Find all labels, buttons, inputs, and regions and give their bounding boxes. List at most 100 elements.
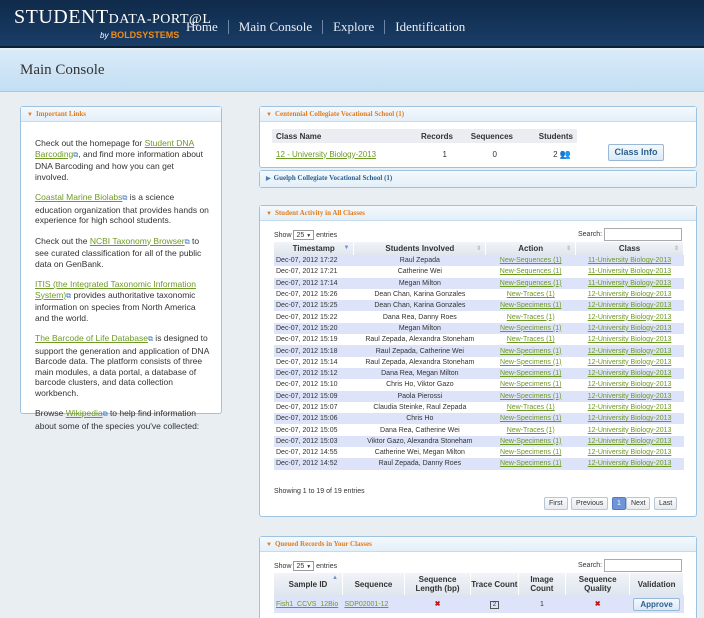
activity-class-link-text[interactable]: 12-University Biology-2013 — [588, 415, 672, 422]
class-info-button[interactable]: Class Info — [608, 144, 664, 161]
activity-action-link[interactable]: New-Sequences (1) — [485, 255, 576, 267]
col-trace-count[interactable]: Trace Count — [470, 573, 519, 595]
activity-action-link[interactable]: New-Sequences (1) — [485, 266, 576, 278]
activity-action-link-text[interactable]: New-Specimens (1) — [500, 438, 561, 445]
activity-action-link[interactable]: New-Traces (1) — [485, 334, 576, 346]
activity-header[interactable]: ▼ Student Activity in All Classes — [260, 206, 696, 221]
activity-action-link[interactable]: New-Traces (1) — [485, 401, 576, 414]
activity-action-link-text[interactable]: New-Specimens (1) — [500, 359, 561, 366]
activity-action-link-text[interactable]: New-Traces (1) — [507, 336, 555, 343]
activity-class-link-text[interactable]: 11-University Biology-2013 — [588, 257, 671, 264]
activity-class-link-text[interactable]: 12-University Biology-2013 — [588, 314, 672, 321]
activity-action-link[interactable]: New-Traces (1) — [485, 311, 576, 323]
activity-class-link[interactable]: 12-University Biology-2013 — [575, 288, 684, 301]
queued-entries-select[interactable]: 25 ▼ — [293, 561, 315, 571]
activity-action-link[interactable]: New-Specimens (1) — [485, 300, 576, 312]
activity-action-link[interactable]: New-Specimens (1) — [485, 390, 576, 402]
activity-action-link-text[interactable]: New-Specimens (1) — [500, 325, 561, 332]
col-sequence[interactable]: Sequence — [342, 573, 405, 595]
activity-action-link-text[interactable]: New-Sequences (1) — [500, 280, 562, 287]
activity-class-link[interactable]: 12-University Biology-2013 — [575, 413, 684, 425]
activity-class-link-text[interactable]: 12-University Biology-2013 — [588, 370, 672, 377]
activity-action-link[interactable]: New-Traces (1) — [485, 424, 576, 436]
activity-action-link[interactable]: New-Specimens (1) — [485, 322, 576, 335]
activity-action-link[interactable]: New-Sequences (1) — [485, 277, 576, 289]
nav-home[interactable]: Home — [186, 20, 228, 34]
important-links-header[interactable]: ▼ Important Links — [21, 107, 221, 122]
queued-header[interactable]: ▼ Queued Records in Your Classes — [260, 537, 696, 552]
centennial-header[interactable]: ▼ Centennial Collegiate Vocational School… — [260, 107, 696, 122]
activity-action-link[interactable]: New-Traces (1) — [485, 288, 576, 301]
class-name-link[interactable]: 12 - University Biology-2013 — [272, 143, 392, 165]
activity-action-link[interactable]: New-Specimens (1) — [485, 435, 576, 448]
activity-action-link-text[interactable]: New-Specimens (1) — [500, 449, 561, 456]
activity-action-link[interactable]: New-Specimens (1) — [485, 447, 576, 459]
activity-action-link-text[interactable]: New-Sequences (1) — [500, 268, 562, 275]
pagination-first[interactable]: First — [544, 497, 568, 510]
activity-action-link-text[interactable]: New-Specimens (1) — [500, 381, 561, 388]
activity-class-link[interactable]: 12-University Biology-2013 — [575, 311, 684, 323]
activity-class-link[interactable]: 12-University Biology-2013 — [575, 401, 684, 414]
guelph-header[interactable]: ▶ Guelph Collegiate Vocational School (1) — [260, 171, 696, 187]
col-sequence-quality[interactable]: Sequence Quality — [565, 573, 631, 595]
col-class[interactable]: Class ⇕ — [575, 242, 684, 255]
activity-action-link-text[interactable]: New-Specimens (1) — [500, 393, 561, 400]
activity-class-link-text[interactable]: 12-University Biology-2013 — [588, 460, 672, 467]
activity-class-link[interactable]: 11-University Biology-2013 — [575, 266, 684, 278]
pagination-previous[interactable]: Previous — [571, 497, 609, 510]
col-sequence-length[interactable]: Sequence Length (bp) — [404, 573, 472, 595]
activity-class-link-text[interactable]: 12-University Biology-2013 — [588, 302, 672, 309]
activity-class-link[interactable]: 12-University Biology-2013 — [575, 447, 684, 459]
activity-class-link-text[interactable]: 12-University Biology-2013 — [588, 325, 672, 332]
col-action[interactable]: Action ⇕ — [485, 242, 577, 255]
activity-action-link[interactable]: New-Specimens (1) — [485, 379, 576, 391]
activity-class-link-text[interactable]: 12-University Biology-2013 — [588, 381, 672, 388]
bold-database-link[interactable]: The Barcode of Life Database — [35, 333, 148, 343]
activity-action-link-text[interactable]: New-Specimens (1) — [500, 460, 561, 467]
nav-main-console[interactable]: Main Console — [227, 20, 322, 34]
activity-action-link-text[interactable]: New-Sequences (1) — [500, 257, 562, 264]
ncbi-taxonomy-link[interactable]: NCBI Taxonomy Browser — [90, 236, 185, 246]
col-students-involved[interactable]: Students Involved ⇕ — [353, 242, 487, 255]
pagination-last[interactable]: Last — [654, 497, 678, 510]
activity-class-link[interactable]: 12-University Biology-2013 — [575, 367, 684, 380]
activity-class-link-text[interactable]: 12-University Biology-2013 — [588, 438, 672, 445]
activity-class-link[interactable]: 12-University Biology-2013 — [575, 390, 684, 402]
coastal-marine-biolabs-link[interactable]: Coastal Marine Biolabs — [35, 192, 122, 202]
sequence-link[interactable]: SDP02001-12 — [342, 595, 405, 613]
activity-action-link[interactable]: New-Specimens (1) — [485, 458, 576, 470]
sequence-text[interactable]: SDP02001-12 — [344, 601, 388, 608]
activity-class-link[interactable]: 12-University Biology-2013 — [575, 356, 684, 368]
sample-id-link[interactable]: Fish1_CCVS_12Bio — [274, 595, 343, 613]
activity-class-link[interactable]: 12-University Biology-2013 — [575, 435, 684, 448]
sample-id-text[interactable]: Fish1_CCVS_12Bio — [276, 601, 338, 608]
nav-identification[interactable]: Identification — [384, 20, 475, 34]
activity-class-link-text[interactable]: 12-University Biology-2013 — [588, 427, 672, 434]
entries-select[interactable]: 25 ▼ — [293, 230, 315, 240]
nav-explore[interactable]: Explore — [322, 20, 384, 34]
wikipedia-link[interactable]: Wikipedia — [66, 408, 103, 418]
col-image-count[interactable]: Image Count — [518, 573, 567, 595]
activity-class-link[interactable]: 12-University Biology-2013 — [575, 334, 684, 346]
site-logo[interactable]: STUDENTDATA-PORT@L by BOLDSYSTEMS — [14, 6, 211, 40]
students-group-icon[interactable]: 👥 — [560, 149, 571, 159]
activity-class-link-text[interactable]: 11-University Biology-2013 — [588, 268, 671, 275]
trace-count[interactable]: 2 — [470, 595, 519, 613]
activity-class-link-text[interactable]: 12-University Biology-2013 — [588, 348, 672, 355]
activity-search-input[interactable] — [604, 228, 682, 241]
activity-action-link-text[interactable]: New-Traces (1) — [507, 314, 555, 321]
activity-class-link[interactable]: 11-University Biology-2013 — [575, 255, 684, 267]
col-sample-id[interactable]: Sample ID ▲ — [274, 573, 343, 595]
pagination-page-1[interactable]: 1 — [612, 497, 626, 510]
activity-action-link-text[interactable]: New-Specimens (1) — [500, 370, 561, 377]
activity-action-link[interactable]: New-Specimens (1) — [485, 356, 576, 368]
activity-class-link[interactable]: 12-University Biology-2013 — [575, 322, 684, 335]
activity-class-link-text[interactable]: 12-University Biology-2013 — [588, 393, 672, 400]
activity-action-link[interactable]: New-Specimens (1) — [485, 413, 576, 425]
activity-class-link-text[interactable]: 11-University Biology-2013 — [588, 280, 671, 287]
approve-button[interactable]: Approve — [633, 597, 680, 611]
activity-action-link-text[interactable]: New-Traces (1) — [507, 427, 555, 434]
activity-class-link[interactable]: 12-University Biology-2013 — [575, 424, 684, 436]
activity-class-link[interactable]: 12-University Biology-2013 — [575, 345, 684, 357]
activity-class-link[interactable]: 12-University Biology-2013 — [575, 458, 684, 470]
